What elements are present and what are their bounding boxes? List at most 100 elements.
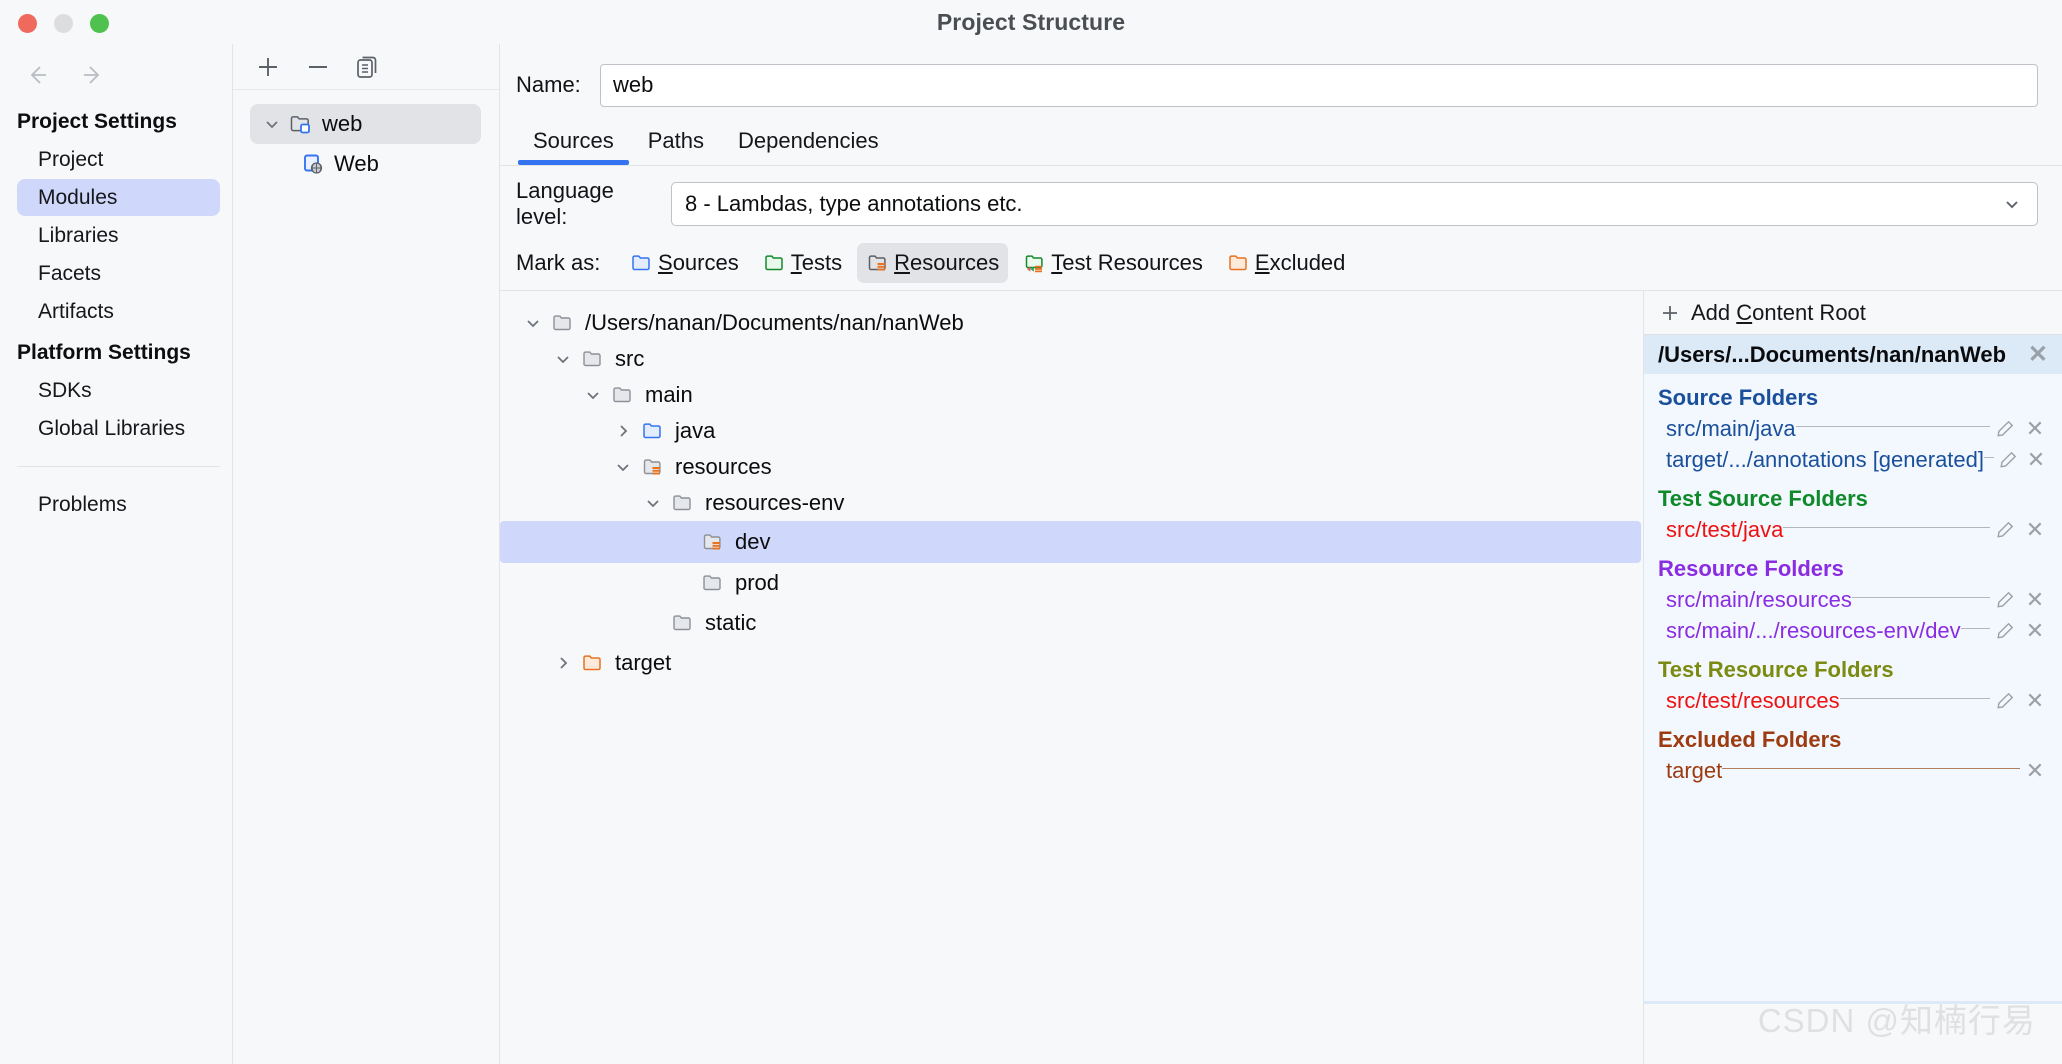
section-title-test-resource-folders: Test Resource Folders: [1658, 657, 1894, 682]
close-icon[interactable]: ✕: [2022, 447, 2050, 473]
file-tree-row[interactable]: src: [500, 341, 1643, 377]
minus-icon[interactable]: [301, 50, 335, 84]
mark-as-resources-button[interactable]: Resources: [857, 242, 1009, 283]
window-body: Project Settings Project Modules Librari…: [0, 44, 2062, 1064]
add-content-root-button[interactable]: Add Content Root: [1644, 291, 2062, 335]
folder-plain-icon: [578, 347, 608, 371]
language-level-select[interactable]: 8 - Lambdas, type annotations etc.: [671, 182, 2038, 226]
mark-as-excluded-button[interactable]: Excluded: [1218, 243, 1355, 283]
close-icon[interactable]: ✕: [2020, 758, 2050, 784]
file-tree-row[interactable]: main: [500, 377, 1643, 413]
entry-rule: [1960, 628, 1990, 629]
chevron-right-icon[interactable]: [548, 653, 578, 673]
folder-resources-icon: [698, 530, 728, 554]
chevron-down-icon[interactable]: [578, 385, 608, 405]
file-tree-label: src: [615, 346, 645, 371]
root-entry[interactable]: target ✕: [1644, 755, 2062, 786]
sidebar-item-artifacts[interactable]: Artifacts: [17, 293, 220, 330]
sidebar-item-libraries[interactable]: Libraries: [17, 217, 220, 254]
close-icon[interactable]: ✕: [2028, 342, 2048, 367]
edit-icon[interactable]: [1990, 620, 2020, 641]
file-tree-label: dev: [735, 529, 771, 554]
folder-test-resources-icon: [1023, 251, 1047, 275]
close-icon[interactable]: ✕: [2020, 416, 2050, 442]
tab-dependencies[interactable]: Dependencies: [721, 128, 896, 165]
file-tree-label: main: [645, 382, 693, 407]
close-icon[interactable]: ✕: [2020, 688, 2050, 714]
tab-sources[interactable]: Sources: [516, 128, 631, 165]
sidebar-divider: [17, 466, 220, 467]
root-entry[interactable]: target/.../annotations [generated] ✕: [1644, 444, 2062, 475]
module-tree-row-web-facet[interactable]: Web: [250, 144, 481, 184]
chevron-down-icon[interactable]: [638, 493, 668, 513]
root-entry-path: src/main/.../resources-env/dev: [1666, 617, 1961, 643]
edit-icon[interactable]: [1990, 519, 2020, 540]
modules-panel: web Web: [233, 44, 500, 1064]
mark-as-resources-label: Resources: [894, 249, 1000, 275]
close-icon[interactable]: ✕: [2020, 517, 2050, 543]
module-tree-row-web[interactable]: web: [250, 104, 481, 144]
tab-paths[interactable]: Paths: [631, 128, 721, 165]
sidebar-group-title-project-settings: Project Settings: [17, 110, 177, 133]
entry-rule: [1839, 698, 1990, 699]
root-entry[interactable]: src/test/java ✕: [1644, 514, 2062, 545]
file-tree-row[interactable]: prod: [500, 563, 1643, 603]
chevron-down-icon[interactable]: [548, 349, 578, 369]
file-tree-row[interactable]: static: [500, 603, 1643, 643]
sidebar-group-title-platform-settings: Platform Settings: [17, 341, 191, 364]
file-tree-label: resources: [675, 454, 772, 479]
close-icon[interactable]: ✕: [2020, 618, 2050, 644]
root-entry[interactable]: src/test/resources ✕: [1644, 685, 2062, 716]
close-icon[interactable]: ✕: [2020, 587, 2050, 613]
edit-icon[interactable]: [1990, 589, 2020, 610]
chevron-down-icon[interactable]: [608, 457, 638, 477]
mark-as-tests-label: Tests: [790, 249, 843, 275]
plus-icon[interactable]: [251, 50, 285, 84]
chevron-down-icon[interactable]: [2001, 193, 2023, 215]
edit-icon[interactable]: [1990, 690, 2020, 711]
sidebar-item-facets[interactable]: Facets: [17, 255, 220, 292]
root-entry[interactable]: src/main/java ✕: [1644, 413, 2062, 444]
chevron-right-icon[interactable]: [608, 421, 638, 441]
file-tree-row[interactable]: java: [500, 413, 1643, 449]
edit-icon[interactable]: [1990, 418, 2020, 439]
mark-as-tests-button[interactable]: Tests: [754, 243, 851, 283]
back-arrow-icon[interactable]: [20, 58, 54, 92]
sidebar-item-sdks[interactable]: SDKs: [17, 372, 220, 409]
chevron-down-icon[interactable]: [262, 114, 286, 134]
modules-tree: web Web: [233, 90, 499, 184]
root-entry[interactable]: src/main/.../resources-env/dev ✕: [1644, 615, 2062, 646]
plus-icon: [1658, 301, 1682, 325]
copy-icon[interactable]: [351, 50, 385, 84]
mark-as-label: Mark as:: [516, 249, 601, 275]
file-tree-label: java: [675, 418, 716, 443]
forward-arrow-icon[interactable]: [76, 58, 110, 92]
root-entry[interactable]: src/main/resources ✕: [1644, 584, 2062, 615]
mark-as-test-resources-button[interactable]: Test Resources: [1014, 243, 1212, 283]
root-entry-path: src/main/java: [1666, 415, 1796, 441]
project-structure-window: Project Structure Project Settings Proje…: [0, 0, 2062, 1064]
sidebar-item-modules[interactable]: Modules: [17, 179, 220, 216]
sidebar-item-project[interactable]: Project: [17, 141, 220, 178]
name-row: Name:: [500, 44, 2062, 110]
file-tree-row[interactable]: resources-env: [500, 485, 1643, 521]
file-tree-row[interactable]: /Users/nanan/Documents/nan/nanWeb: [500, 305, 1643, 341]
file-tree-row[interactable]: dev: [500, 521, 1641, 563]
editor-tabs: Sources Paths Dependencies: [500, 110, 2062, 166]
language-level-value: 8 - Lambdas, type annotations etc.: [685, 191, 1023, 216]
folder-sources-icon: [638, 419, 668, 443]
entry-rule: [1783, 527, 1990, 528]
file-tree-row[interactable]: target: [500, 643, 1643, 683]
file-tree-row[interactable]: resources: [500, 449, 1643, 485]
module-name-input[interactable]: [600, 63, 2038, 107]
chevron-down-icon[interactable]: [518, 313, 548, 333]
web-facet-icon: [298, 151, 328, 177]
folder-plain-icon: [608, 383, 638, 407]
edit-icon[interactable]: [1994, 449, 2022, 470]
sidebar-item-global-libraries[interactable]: Global Libraries: [17, 410, 220, 447]
content-root-header[interactable]: /Users/...Documents/nan/nanWeb ✕: [1644, 335, 2062, 374]
mark-as-sources-button[interactable]: Sources: [621, 243, 748, 283]
sidebar-item-problems[interactable]: Problems: [17, 486, 220, 523]
sources-split: /Users/nanan/Documents/nan/nanWeb src ma…: [500, 291, 2062, 1064]
entry-rule: [1984, 457, 1995, 458]
